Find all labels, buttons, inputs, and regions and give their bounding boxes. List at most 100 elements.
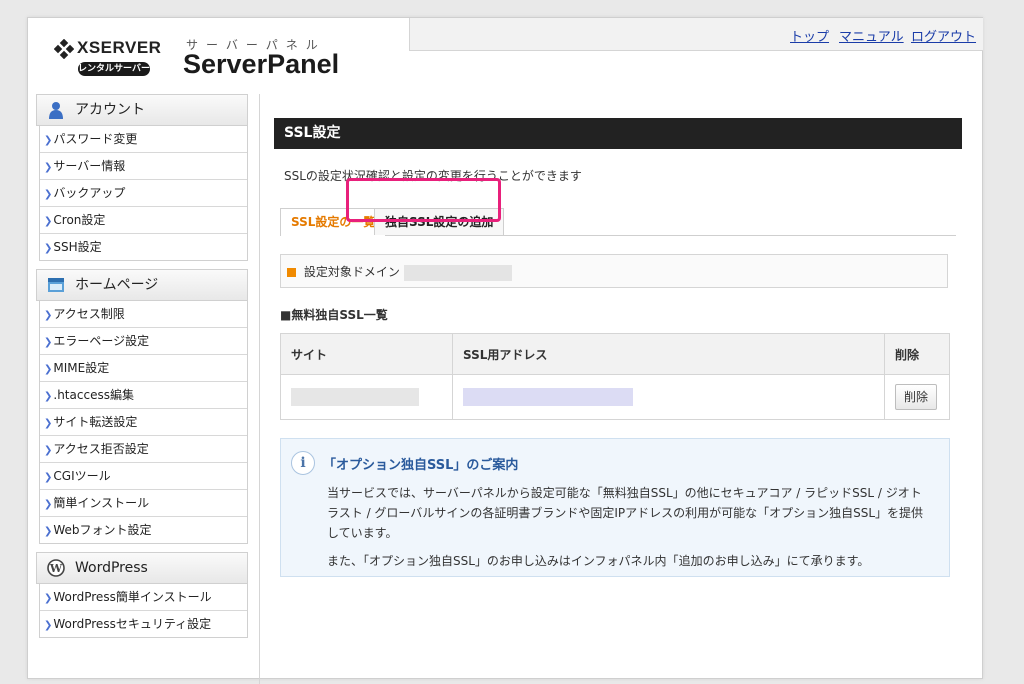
sidebar-item-label: エラーページ設定 [53, 334, 150, 348]
sidebar-section-title: WordPress [75, 560, 148, 576]
sidebar-item-label: アクセス制限 [53, 307, 125, 321]
sidebar-item-server-info[interactable]: ❯サーバー情報 [40, 152, 247, 179]
arrow-right-icon: ❯ [44, 162, 53, 173]
domain-value-redacted [403, 264, 512, 281]
info-title: 「オプション独自SSL」のご案内 [323, 458, 519, 473]
sidebar-item-label: SSH設定 [53, 240, 102, 254]
target-domain-bar: 設定対象ドメイン [280, 254, 948, 288]
domain-label: 設定対象ドメイン [303, 265, 400, 279]
homepage-icon [48, 278, 64, 292]
wordpress-icon: W [47, 559, 65, 577]
sidebar-divider [259, 94, 260, 684]
cell-site [280, 374, 453, 420]
ssl-table: サイト SSL用アドレス 削除 削除 [280, 333, 950, 420]
arrow-right-icon: ❯ [44, 445, 53, 456]
cell-delete: 削除 [884, 374, 950, 420]
sidebar-item-label: WordPressセキュリティ設定 [53, 617, 212, 631]
logo[interactable]: XSERVER レンタルサーバー サーバーパネル ServerPanel [28, 18, 408, 92]
sidebar-item-htaccess[interactable]: ❯.htaccess編集 [40, 381, 247, 408]
server-panel-window: XSERVER レンタルサーバー サーバーパネル ServerPanel トップ… [27, 17, 983, 684]
sidebar-section-wordpress: W WordPress [36, 552, 248, 584]
sidebar: アカウント ❯パスワード変更 ❯サーバー情報 ❯バックアップ ❯Cron設定 ❯… [36, 94, 248, 646]
sidebar-item-access-deny[interactable]: ❯アクセス拒否設定 [40, 435, 247, 462]
sidebar-item-cron[interactable]: ❯Cron設定 [40, 206, 247, 233]
sidebar-item-error-page[interactable]: ❯エラーページ設定 [40, 327, 247, 354]
tab-add-ssl[interactable]: 独自SSL設定の追加 [374, 208, 505, 235]
sidebar-item-wp-security[interactable]: ❯WordPressセキュリティ設定 [40, 610, 247, 637]
sidebar-section-title: アカウント [75, 102, 145, 118]
logo-rental-badge: レンタルサーバー [78, 62, 150, 76]
svg-text:W: W [49, 562, 63, 575]
sidebar-item-label: Webフォント設定 [53, 523, 152, 537]
top-nav: トップ マニュアル ログアウト [409, 18, 983, 51]
sidebar-item-ssh[interactable]: ❯SSH設定 [40, 233, 247, 260]
sidebar-list-homepage: ❯アクセス制限 ❯エラーページ設定 ❯MIME設定 ❯.htaccess編集 ❯… [39, 301, 248, 544]
info-paragraph-2: また、「オプション独自SSL」のお申し込みはインフォパネル内「追加のお申し込み」… [327, 554, 870, 568]
arrow-right-icon: ❯ [44, 337, 53, 348]
tab-ssl-list[interactable]: SSL設定の一覧 [280, 208, 387, 236]
arrow-right-icon: ❯ [44, 216, 53, 227]
sidebar-item-easy-install[interactable]: ❯簡単インストール [40, 489, 247, 516]
logo-brand: XSERVER [77, 38, 162, 57]
ssl-address-redacted[interactable] [463, 388, 633, 406]
sidebar-item-label: サイト転送設定 [53, 415, 138, 429]
sidebar-item-cgi-tool[interactable]: ❯CGIツール [40, 462, 247, 489]
arrow-right-icon: ❯ [44, 593, 53, 604]
sidebar-section-title: ホームページ [75, 277, 159, 293]
sidebar-item-label: CGIツール [53, 469, 111, 483]
info-icon: i [291, 451, 315, 475]
main-content: SSL設定 SSLの設定状況確認と設定の変更を行うことができます SSL設定の一… [274, 118, 962, 577]
site-redacted [291, 388, 419, 406]
orange-square-icon [287, 268, 296, 277]
table-header-row: サイト SSL用アドレス 削除 [280, 333, 950, 375]
arrow-right-icon: ❯ [44, 189, 53, 200]
sidebar-item-access-limit[interactable]: ❯アクセス制限 [40, 301, 247, 327]
arrow-right-icon: ❯ [44, 364, 53, 375]
sidebar-list-wordpress: ❯WordPress簡単インストール ❯WordPressセキュリティ設定 [39, 584, 248, 638]
xserver-logo-icon [54, 39, 74, 59]
arrow-right-icon: ❯ [44, 499, 53, 510]
free-ssl-list-title: ■無料独自SSL一覧 [280, 308, 388, 322]
sidebar-item-label: アクセス拒否設定 [53, 442, 149, 456]
arrow-right-icon: ❯ [44, 135, 53, 146]
sidebar-item-web-font[interactable]: ❯Webフォント設定 [40, 516, 247, 543]
col-delete: 削除 [884, 333, 950, 375]
info-body: 当サービスでは、サーバーパネルから設定可能な「無料独自SSL」の他にセキュアコア… [327, 483, 927, 579]
sidebar-item-mime[interactable]: ❯MIME設定 [40, 354, 247, 381]
sidebar-item-label: パスワード変更 [53, 132, 138, 146]
arrow-right-icon: ❯ [44, 418, 53, 429]
option-ssl-info-box: i 「オプション独自SSL」のご案内 当サービスでは、サーバーパネルから設定可能… [280, 438, 950, 577]
table-row: 削除 [280, 374, 950, 420]
sidebar-item-label: .htaccess編集 [53, 388, 134, 402]
sidebar-item-label: WordPress簡単インストール [53, 590, 212, 604]
sidebar-section-account: アカウント [36, 94, 248, 126]
sidebar-item-label: サーバー情報 [53, 159, 126, 173]
user-icon [49, 102, 63, 119]
sidebar-section-homepage: ホームページ [36, 269, 248, 301]
nav-manual-link[interactable]: マニュアル [839, 26, 904, 45]
sidebar-item-backup[interactable]: ❯バックアップ [40, 179, 247, 206]
sidebar-item-label: Cron設定 [53, 213, 106, 227]
delete-button[interactable]: 削除 [895, 384, 938, 410]
arrow-right-icon: ❯ [44, 526, 53, 537]
page-title: SSL設定 [274, 118, 962, 149]
arrow-right-icon: ❯ [44, 243, 53, 254]
info-paragraph-1: 当サービスでは、サーバーパネルから設定可能な「無料独自SSL」の他にセキュアコア… [327, 486, 924, 540]
arrow-right-icon: ❯ [44, 310, 53, 321]
sidebar-item-label: バックアップ [53, 186, 126, 200]
sidebar-list-account: ❯パスワード変更 ❯サーバー情報 ❯バックアップ ❯Cron設定 ❯SSH設定 [39, 126, 248, 261]
tab-bar: SSL設定の一覧 独自SSL設定の追加 [280, 203, 956, 236]
col-site: サイト [280, 333, 453, 375]
sidebar-item-wp-install[interactable]: ❯WordPress簡単インストール [40, 584, 247, 610]
nav-top-link[interactable]: トップ [790, 26, 829, 45]
arrow-right-icon: ❯ [44, 472, 53, 483]
logo-title: ServerPanel [183, 49, 340, 79]
cell-ssl-address [452, 374, 885, 420]
col-ssl-address: SSL用アドレス [452, 333, 885, 375]
sidebar-item-label: MIME設定 [53, 361, 110, 375]
sidebar-item-password[interactable]: ❯パスワード変更 [40, 126, 247, 152]
nav-logout-link[interactable]: ログアウト [911, 26, 976, 45]
page-description: SSLの設定状況確認と設定の変更を行うことができます [284, 169, 582, 183]
arrow-right-icon: ❯ [44, 391, 53, 402]
sidebar-item-site-transfer[interactable]: ❯サイト転送設定 [40, 408, 247, 435]
